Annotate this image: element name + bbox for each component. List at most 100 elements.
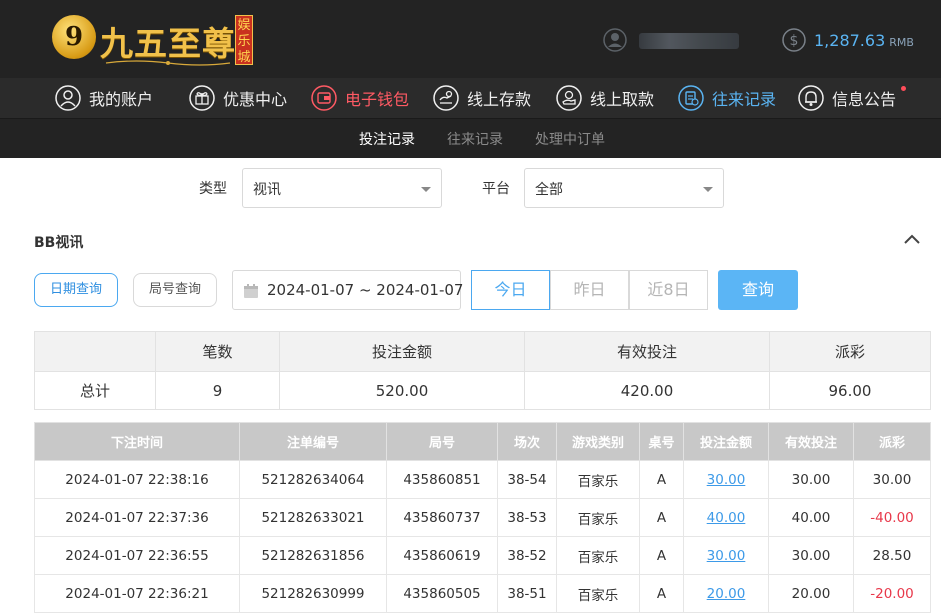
nav-label: 电子钱包: [345, 90, 410, 109]
valid-bet-cell: 20.00: [768, 574, 854, 613]
table-row: 2024-01-07 22:38:16 521282634064 4358608…: [34, 460, 931, 499]
detail-header-cell: 有效投注: [768, 422, 854, 461]
table-no-cell: A: [639, 536, 684, 575]
session-cell: 38-54: [497, 460, 557, 499]
summary-cell: 420.00: [524, 371, 770, 410]
calendar-icon: [244, 284, 258, 298]
game-type-cell: 百家乐: [556, 574, 640, 613]
tab-transaction-records[interactable]: 往来记录: [447, 129, 503, 149]
nav-label: 信息公告: [832, 90, 897, 109]
detail-header-cell: 注单编号: [239, 422, 387, 461]
username-redacted: [639, 33, 739, 49]
logo-badge: 9: [52, 15, 96, 59]
bet-amount-link[interactable]: 30.00: [683, 460, 769, 499]
nav-item-records[interactable]: 往来记录: [678, 84, 776, 112]
bet-id-cell: 521282633021: [239, 498, 387, 537]
platform-select-value: 全部: [535, 182, 563, 198]
bet-id-cell: 521282634064: [239, 460, 387, 499]
round-id-cell: 435860619: [386, 536, 498, 575]
tab-bet-records[interactable]: 投注记录: [359, 129, 415, 160]
round-query-button[interactable]: 局号查询: [133, 273, 217, 307]
today-button[interactable]: 今日: [471, 270, 550, 310]
summary-header-cell: 笔数: [155, 331, 280, 372]
sub-nav: 投注记录 往来记录 处理中订单: [0, 119, 941, 160]
platform-select[interactable]: 全部: [524, 168, 724, 208]
nav-label: 线上存款: [467, 90, 532, 109]
table-no-cell: A: [639, 574, 684, 613]
table-row: 2024-01-07 22:36:21 521282630999 4358605…: [34, 574, 931, 613]
type-select[interactable]: 视讯: [242, 168, 442, 208]
date-range-input[interactable]: 2024-01-07 ~ 2024-01-07: [232, 270, 464, 310]
logo-swirl-icon: [105, 60, 231, 66]
type-label: 类型: [199, 181, 227, 197]
last-8-days-button[interactable]: 近8日: [629, 270, 708, 310]
withdraw-icon: [556, 85, 582, 111]
detail-header-cell: 投注金额: [683, 422, 769, 461]
type-select-value: 视讯: [253, 182, 281, 198]
payout-cell: -20.00: [853, 574, 931, 613]
payout-cell: 28.50: [853, 536, 931, 575]
summary-cell: 96.00: [769, 371, 931, 410]
summary-cell: 9: [155, 371, 280, 410]
deposit-icon: [433, 85, 459, 111]
bet-id-cell: 521282631856: [239, 536, 387, 575]
search-button[interactable]: 查询: [718, 270, 798, 310]
detail-header-cell: 派彩: [853, 422, 931, 461]
valid-bet-cell: 30.00: [768, 460, 854, 499]
logo-text: 九五至尊: [100, 24, 236, 63]
gift-icon: [189, 85, 215, 111]
nav-item-online-deposit[interactable]: 线上存款: [433, 84, 531, 112]
summary-header-cell: 有效投注: [524, 331, 770, 372]
user-circle-icon: [55, 85, 81, 111]
notification-dot: [901, 86, 907, 91]
session-cell: 38-52: [497, 536, 557, 575]
game-type-cell: 百家乐: [556, 536, 640, 575]
detail-header-cell: 局号: [386, 422, 498, 461]
payout-cell: -40.00: [853, 498, 931, 537]
table-row: 2024-01-07 22:37:36 521282633021 4358607…: [34, 498, 931, 537]
detail-header-row: 下注时间 注单编号 局号 场次 游戏类别 桌号 投注金额 有效投注 派彩: [34, 422, 931, 461]
yesterday-button[interactable]: 昨日: [550, 270, 629, 310]
nav-item-e-wallet[interactable]: 电子钱包: [311, 84, 409, 112]
records-icon: [678, 85, 704, 111]
tab-pending-orders[interactable]: 处理中订单: [535, 129, 605, 149]
date-range-value: 2024-01-07 ~ 2024-01-07: [267, 281, 464, 299]
table-no-cell: A: [639, 460, 684, 499]
nav-item-promotions[interactable]: 优惠中心: [189, 84, 287, 112]
bet-amount-link[interactable]: 40.00: [683, 498, 769, 537]
valid-bet-cell: 30.00: [768, 536, 854, 575]
user-icon: [603, 28, 627, 52]
chevron-down-icon: [421, 187, 431, 192]
nav-item-online-withdraw[interactable]: 线上取款: [556, 84, 654, 112]
nav-label: 往来记录: [712, 90, 777, 109]
bet-detail-table: 下注时间 注单编号 局号 场次 游戏类别 桌号 投注金额 有效投注 派彩 202…: [34, 422, 931, 613]
nav-label: 我的账户: [89, 90, 154, 109]
svg-text:$: $: [790, 33, 799, 49]
user-account-area[interactable]: [603, 28, 753, 54]
summary-cell: 520.00: [279, 371, 525, 410]
bet-amount-link[interactable]: 20.00: [683, 574, 769, 613]
nav-item-my-account[interactable]: 我的账户: [55, 84, 153, 112]
summary-header-row: 笔数 投注金额 有效投注 派彩: [34, 331, 931, 372]
summary-cell: 总计: [34, 371, 156, 410]
nav-item-announcements[interactable]: 信息公告: [798, 84, 907, 112]
dollar-icon: $: [782, 28, 806, 52]
detail-header-cell: 游戏类别: [556, 422, 640, 461]
wallet-icon: [311, 85, 337, 111]
site-logo[interactable]: 9 九五至尊 娱乐城: [52, 13, 257, 67]
platform-label: 平台: [482, 181, 510, 197]
balance-area: $ 1,287.63 RMB: [782, 28, 932, 54]
round-id-cell: 435860851: [386, 460, 498, 499]
top-header: 9 九五至尊 娱乐城 $ 1,287.63 RMB: [0, 0, 941, 78]
bet-amount-link[interactable]: 30.00: [683, 536, 769, 575]
summary-header-cell: 派彩: [769, 331, 931, 372]
balance-value: 1,287.63: [814, 31, 886, 50]
summary-header-cell: 投注金额: [279, 331, 525, 372]
chevron-up-icon[interactable]: [903, 232, 921, 246]
nav-label: 线上取款: [590, 90, 655, 109]
valid-bet-cell: 40.00: [768, 498, 854, 537]
date-query-button[interactable]: 日期查询: [34, 273, 118, 307]
payout-cell: 30.00: [853, 460, 931, 499]
summary-total-row: 总计 9 520.00 420.00 96.00: [34, 371, 931, 410]
table-no-cell: A: [639, 498, 684, 537]
